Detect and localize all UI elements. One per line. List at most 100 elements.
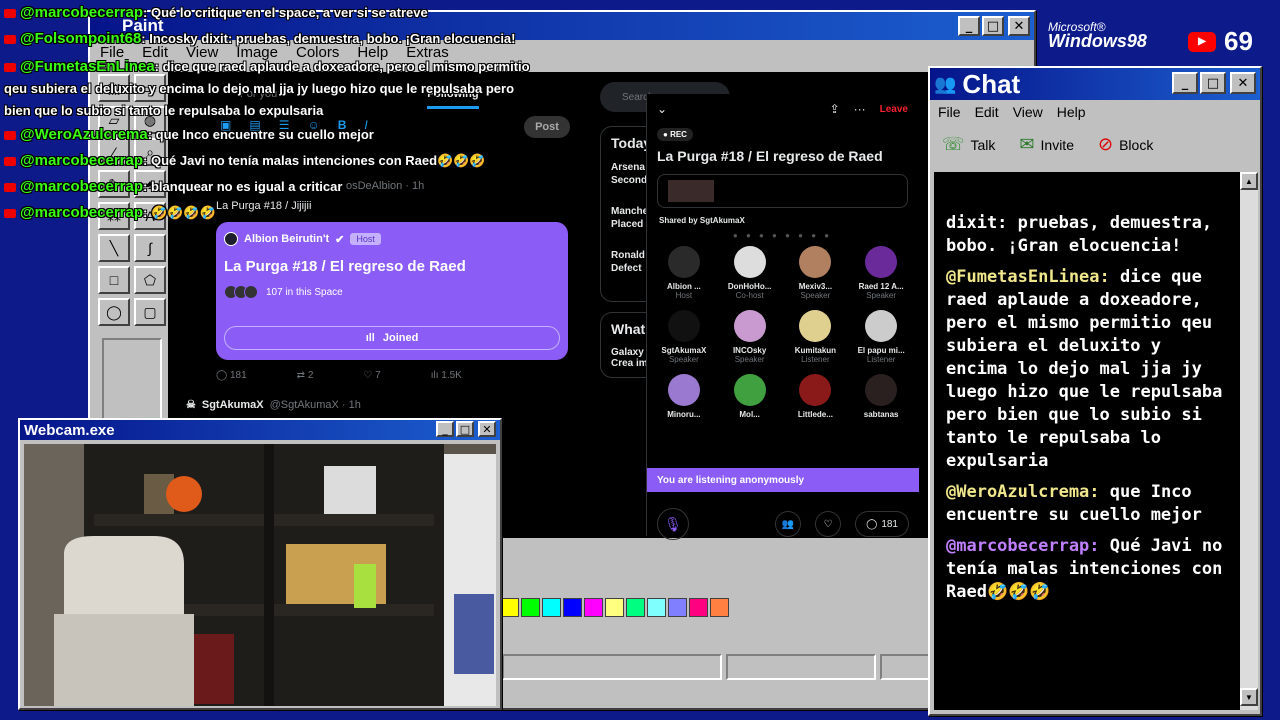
color-swatch[interactable] bbox=[521, 598, 540, 617]
curve-icon[interactable]: ∫ bbox=[134, 234, 166, 262]
scroll-up-icon[interactable]: ▲ bbox=[1240, 172, 1258, 190]
tweet-text: La Purga #18 / Jijijii bbox=[216, 200, 312, 212]
rounded-rect-icon[interactable]: ▢ bbox=[134, 298, 166, 326]
color-swatch[interactable] bbox=[605, 598, 624, 617]
chat-titlebar[interactable]: 👥 Chat _ □ ✕ bbox=[930, 68, 1260, 100]
status-cell bbox=[880, 654, 930, 680]
participant[interactable]: sabtanas bbox=[848, 374, 914, 419]
line-icon[interactable]: ╲ bbox=[98, 234, 130, 262]
reaction-icon[interactable]: ♡ bbox=[815, 511, 842, 537]
minimize-button[interactable]: _ bbox=[1172, 72, 1198, 94]
overlay-username: @marcobecerrap bbox=[20, 178, 144, 195]
maximize-button[interactable]: □ bbox=[1200, 72, 1226, 94]
audio-bars-icon: ıll bbox=[365, 332, 375, 344]
participant-name: INCOsky bbox=[732, 346, 767, 355]
close-button[interactable]: ✕ bbox=[478, 421, 496, 437]
joined-button[interactable]: ıll Joined bbox=[224, 326, 560, 350]
participant[interactable]: Littlede... bbox=[783, 374, 849, 419]
menu-view[interactable]: View bbox=[1013, 104, 1043, 120]
views-button[interactable]: ılı 1.5K bbox=[431, 370, 462, 381]
tweet2-handle[interactable]: @SgtAkumaX · 1h bbox=[270, 399, 361, 411]
chat-message: @FumetasEnLinea: dice que raed aplaude a… bbox=[946, 266, 1230, 473]
color-swatch[interactable] bbox=[668, 598, 687, 617]
scroll-track[interactable] bbox=[1240, 190, 1258, 688]
menu-help[interactable]: Help bbox=[1057, 104, 1086, 120]
participant[interactable]: DonHoHo... Co-host bbox=[717, 246, 783, 300]
rectangle-icon[interactable]: □ bbox=[98, 266, 130, 294]
space-card[interactable]: Albion Beirutin't ✔ Host La Purga #18 / … bbox=[216, 222, 568, 360]
scroll-down-icon[interactable]: ▼ bbox=[1240, 688, 1258, 706]
chat-text: dixit: pruebas, demuestra, bobo. ¡Gran e… bbox=[946, 213, 1213, 256]
chat-scrollbar[interactable]: ▲ ▼ bbox=[1240, 172, 1258, 710]
participant[interactable]: SgtAkumaX Speaker bbox=[651, 310, 717, 364]
participant-name: Mol... bbox=[739, 410, 760, 419]
minimize-button[interactable]: _ bbox=[958, 16, 980, 36]
talk-button[interactable]: ☏ Talk bbox=[942, 134, 995, 155]
overlay-username: @marcobecerrap bbox=[20, 152, 144, 169]
color-swatch[interactable] bbox=[689, 598, 708, 617]
color-swatch[interactable] bbox=[500, 598, 519, 617]
color-swatch[interactable] bbox=[563, 598, 582, 617]
participant[interactable]: El papu mi... Listener bbox=[848, 310, 914, 364]
reply-button[interactable]: ◯ 181 bbox=[216, 370, 247, 381]
participant[interactable]: Kumitakun Listener bbox=[783, 310, 849, 364]
comments-button[interactable]: ◯ 181 bbox=[855, 511, 909, 537]
tweet-handle[interactable]: osDeAlbion · 1h bbox=[346, 180, 424, 192]
repost-button[interactable]: ⇄ 2 bbox=[297, 370, 314, 381]
participant[interactable]: Minoru... bbox=[651, 374, 717, 419]
participant[interactable]: Raed 12 A... Speaker bbox=[848, 246, 914, 300]
participant[interactable]: Mol... bbox=[717, 374, 783, 419]
view-count: 1.5K bbox=[441, 370, 462, 381]
webcam-scene bbox=[24, 444, 496, 706]
share-icon[interactable]: ⇪ bbox=[830, 102, 840, 116]
participant[interactable]: Albion ... Host bbox=[651, 246, 717, 300]
participant[interactable]: Mexiv3... Speaker bbox=[783, 246, 849, 300]
minimize-button[interactable]: _ bbox=[436, 421, 454, 437]
shared-by-label: Shared by SgtAkumaX bbox=[659, 216, 745, 225]
overlay-text: : Qué lo critique en el space, a ver si … bbox=[143, 5, 428, 20]
leave-button[interactable]: Leave bbox=[880, 104, 908, 115]
chat-username[interactable]: @WeroAzulcrema: bbox=[946, 482, 1110, 502]
space-clip[interactable] bbox=[657, 174, 908, 208]
people-icon[interactable]: 👥 bbox=[775, 511, 802, 537]
ellipse-icon[interactable]: ◯ bbox=[98, 298, 130, 326]
menu-edit[interactable]: Edit bbox=[975, 104, 999, 120]
overlay-text: : Incosky dixit: pruebas, demuestra, bob… bbox=[141, 31, 516, 46]
participant-name: SgtAkumaX bbox=[661, 346, 707, 355]
maximize-button[interactable]: □ bbox=[456, 421, 474, 437]
webcam-titlebar[interactable]: Webcam.exe _ □ ✕ bbox=[20, 420, 500, 440]
like-button[interactable]: ♡ 7 bbox=[363, 370, 380, 381]
joined-label: Joined bbox=[382, 332, 419, 344]
avatar bbox=[224, 232, 238, 246]
close-button[interactable]: ✕ bbox=[1230, 72, 1256, 94]
participant-name: Kumitakun bbox=[794, 346, 837, 355]
people-icon: 👥 bbox=[934, 73, 957, 94]
menu-file[interactable]: File bbox=[938, 104, 961, 120]
polygon-icon[interactable]: ⬠ bbox=[134, 266, 166, 294]
close-button[interactable]: ✕ bbox=[1008, 16, 1030, 36]
more-icon[interactable]: ··· bbox=[854, 102, 866, 116]
avatar bbox=[733, 310, 766, 342]
color-swatch[interactable] bbox=[542, 598, 561, 617]
color-swatch[interactable] bbox=[647, 598, 666, 617]
chat-username[interactable]: @marcobecerrap: bbox=[946, 536, 1110, 556]
chat-username[interactable]: @FumetasEnLinea: bbox=[946, 267, 1120, 287]
participant[interactable]: INCOsky Speaker bbox=[717, 310, 783, 364]
color-swatch[interactable] bbox=[710, 598, 729, 617]
maximize-button[interactable]: □ bbox=[982, 16, 1004, 36]
status-cell bbox=[502, 654, 722, 680]
block-button[interactable]: ⊘ Block bbox=[1098, 134, 1153, 155]
verified-icon: ✔ bbox=[335, 233, 345, 246]
youtube-icon bbox=[4, 63, 16, 73]
status-cell bbox=[726, 654, 876, 680]
chevron-down-icon[interactable]: ⌄ bbox=[657, 102, 667, 116]
participant-name: Minoru... bbox=[667, 410, 701, 419]
skull-avatar: ☠ bbox=[186, 399, 196, 411]
avatar bbox=[799, 374, 832, 406]
invite-button[interactable]: ✉ Invite bbox=[1019, 134, 1074, 155]
talk-label: Talk bbox=[970, 136, 996, 153]
tweet2-name[interactable]: SgtAkumaX bbox=[202, 399, 264, 411]
color-swatch[interactable] bbox=[626, 598, 645, 617]
mic-icon[interactable]: 🎙 bbox=[657, 508, 689, 540]
color-swatch[interactable] bbox=[584, 598, 603, 617]
